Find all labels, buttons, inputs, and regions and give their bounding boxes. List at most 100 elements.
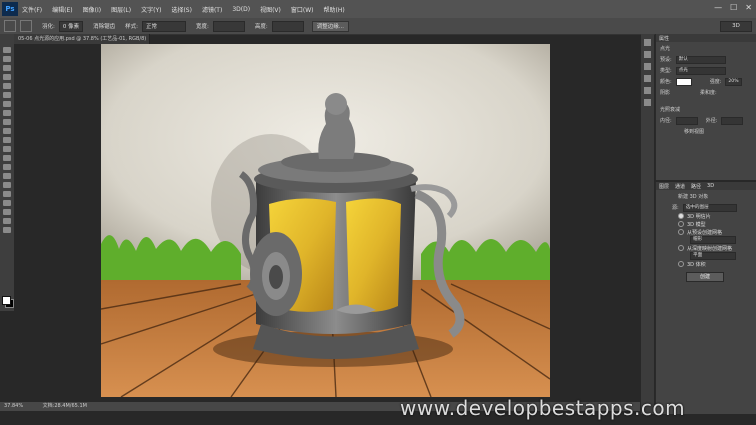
move-tool-icon[interactable]	[3, 47, 11, 53]
preset-label: 预设:	[660, 57, 672, 63]
light-color-swatch[interactable]	[675, 77, 692, 86]
point-light-header: 点光	[660, 46, 671, 52]
workspace-select[interactable]: 3D	[720, 21, 752, 32]
tab-paths[interactable]: 路径	[691, 183, 701, 190]
pen-tool-icon[interactable]	[3, 173, 11, 179]
eyedropper-tool-icon[interactable]	[3, 92, 11, 98]
close-icon[interactable]: ✕	[745, 3, 752, 12]
menu-window[interactable]: 窗口(W)	[291, 5, 314, 14]
radio-icon	[678, 261, 684, 267]
doc-size: 文档:28.4M/65.1M	[42, 403, 87, 409]
swatches-icon[interactable]	[644, 51, 651, 58]
document-tab[interactable]: 05-06 点光源的应用.psd @ 37.8% (工艺品-01, RGB/8)…	[0, 34, 150, 52]
tab-layers[interactable]: 图层	[659, 183, 669, 190]
style-select[interactable]: 正常	[141, 20, 186, 32]
antialias-checkbox[interactable]: 消除锯齿	[93, 22, 115, 30]
feather-label: 羽化:	[42, 24, 55, 30]
panel-icon-strip	[641, 34, 654, 414]
stamp-tool-icon[interactable]	[3, 119, 11, 125]
artwork-image	[101, 44, 550, 397]
minimize-icon[interactable]: —	[714, 3, 722, 12]
shape-tool-icon[interactable]	[3, 200, 11, 206]
intensity-label: 强度:	[709, 79, 722, 85]
height-label: 高度:	[254, 24, 268, 30]
properties-panel: 属性 点光 预设: 默认 类型: 点光 颜色: 强度: 20% 阴影 柔和度: …	[655, 34, 756, 180]
restore-icon[interactable]: ☐	[730, 3, 737, 12]
options-bar: 羽化: 0 像素 消除锯齿 样式: 正常 宽度: 高度: 调整边缘... 3D	[0, 18, 756, 35]
brush-tool-icon[interactable]	[3, 110, 11, 116]
3d-tool-icon[interactable]	[3, 209, 11, 215]
tab-channels[interactable]: 通道	[675, 183, 685, 190]
selection-mode-icon[interactable]	[20, 20, 32, 32]
tab-3d[interactable]: 3D	[707, 183, 714, 189]
document-canvas[interactable]	[101, 44, 550, 397]
gradient-tool-icon[interactable]	[3, 146, 11, 152]
menu-bar: Ps 文件(F) 编辑(E) 图像(I) 图层(L) 文字(Y) 选择(S) 滤…	[0, 0, 756, 18]
path-select-icon[interactable]	[3, 191, 11, 197]
feather-input[interactable]: 0 像素	[58, 20, 84, 32]
lasso-tool-icon[interactable]	[3, 65, 11, 71]
menu-edit[interactable]: 编辑(E)	[52, 5, 72, 14]
option-3d-volume[interactable]: 3D 体积	[656, 260, 756, 268]
inner-radius-input[interactable]	[675, 116, 698, 125]
style-label: 样式:	[125, 24, 138, 30]
watermark-text: www.developbestapps.com	[400, 396, 686, 420]
source-label: 源:	[672, 205, 679, 211]
light-falloff-checkbox[interactable]: 光照衰减	[660, 106, 680, 113]
light-type-select[interactable]: 点光	[675, 66, 726, 75]
foreground-color-swatch[interactable]	[2, 296, 11, 305]
zoom-level[interactable]: 37.84%	[4, 403, 23, 409]
menu-file[interactable]: 文件(F)	[22, 5, 42, 14]
option-mesh-from-preset[interactable]: 从预设创建网格	[656, 228, 756, 236]
brush-panel-icon[interactable]	[644, 75, 651, 82]
inner-radius-label: 内径:	[660, 118, 672, 124]
option-mesh-from-depth[interactable]: 从深度映射创建网格	[656, 244, 756, 252]
radio-icon	[678, 245, 684, 251]
outer-radius-input[interactable]	[721, 116, 744, 125]
zoom-tool-icon[interactable]	[3, 227, 11, 233]
blur-tool-icon[interactable]	[3, 155, 11, 161]
eraser-tool-icon[interactable]	[3, 137, 11, 143]
shadow-checkbox[interactable]: 阴影	[660, 89, 670, 96]
menu-image[interactable]: 图像(I)	[83, 5, 101, 14]
type-label: 类型:	[660, 68, 672, 74]
marquee-tool-icon[interactable]	[4, 20, 16, 32]
radio-icon	[678, 213, 684, 219]
properties-tab[interactable]: 属性	[656, 34, 756, 42]
photoshop-logo: Ps	[2, 2, 18, 16]
height-input[interactable]	[271, 20, 304, 32]
marquee-tool-icon[interactable]	[3, 56, 11, 62]
canvas-area	[14, 44, 638, 402]
refine-edge-button[interactable]: 调整边缘...	[311, 20, 349, 32]
menu-3d[interactable]: 3D(D)	[232, 6, 250, 13]
menu-type[interactable]: 文字(Y)	[141, 5, 161, 14]
intensity-input[interactable]: 20%	[725, 77, 742, 86]
preset-select[interactable]: 默认	[675, 55, 726, 64]
history-brush-icon[interactable]	[3, 128, 11, 134]
healing-tool-icon[interactable]	[3, 101, 11, 107]
preset-select[interactable]: 帽形	[656, 236, 756, 244]
depth-map-select[interactable]: 平面	[656, 252, 756, 260]
menu-help[interactable]: 帮助(H)	[324, 5, 345, 14]
menu-layer[interactable]: 图层(L)	[111, 5, 131, 14]
source-select[interactable]: 选中的图层	[682, 203, 737, 212]
option-3d-postcard[interactable]: 3D 明信片	[656, 212, 756, 220]
hand-tool-icon[interactable]	[3, 218, 11, 224]
create-button[interactable]: 创建	[686, 272, 724, 282]
quick-select-tool-icon[interactable]	[3, 74, 11, 80]
type-tool-icon[interactable]	[3, 182, 11, 188]
character-icon[interactable]	[644, 99, 651, 106]
tools-panel	[0, 34, 14, 311]
paragraph-icon[interactable]	[644, 87, 651, 94]
move-to-view-button[interactable]: 移到视图	[684, 128, 704, 135]
crop-tool-icon[interactable]	[3, 83, 11, 89]
menu-select[interactable]: 选择(S)	[171, 5, 192, 14]
color-label: 颜色:	[660, 79, 672, 85]
option-3d-model[interactable]: 3D 模型	[656, 220, 756, 228]
dodge-tool-icon[interactable]	[3, 164, 11, 170]
history-icon[interactable]	[644, 39, 651, 46]
adjustments-icon[interactable]	[644, 63, 651, 70]
width-input[interactable]	[212, 20, 245, 32]
menu-filter[interactable]: 滤镜(T)	[202, 5, 222, 14]
menu-view[interactable]: 视图(V)	[260, 5, 281, 14]
